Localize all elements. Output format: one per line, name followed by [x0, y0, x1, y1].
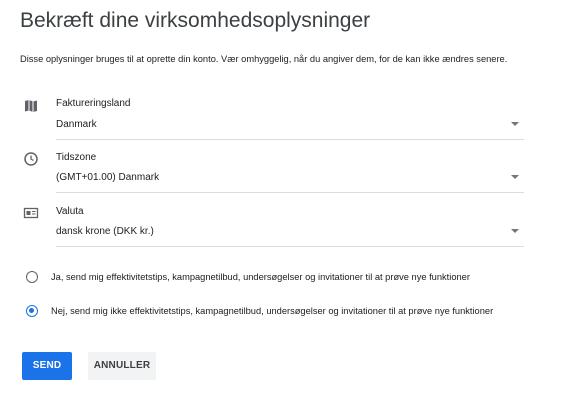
billing-country-value: Danmark [56, 119, 97, 130]
send-button[interactable]: SEND [22, 352, 72, 380]
billing-country-label: Faktureringsland [56, 98, 131, 109]
page-title: Bekræft dine virksomhedsoplysninger [20, 9, 371, 32]
chevron-down-icon [511, 175, 519, 179]
cancel-button[interactable]: ANNULLER [88, 352, 156, 380]
intro-text: Disse oplysninger bruges til at oprette … [20, 54, 508, 64]
currency-value: dansk krone (DKK kr.) [56, 226, 154, 237]
radio-checked-icon[interactable] [26, 305, 38, 317]
chevron-down-icon [511, 122, 519, 126]
email-opt-out-label: Nej, send mig ikke effektivitetstips, ka… [51, 306, 494, 316]
email-opt-in-label: Ja, send mig effektivitetstips, kampagne… [51, 272, 470, 282]
currency-select[interactable]: dansk krone (DKK kr.) [56, 226, 524, 247]
billing-country-select[interactable]: Danmark [56, 119, 524, 140]
clock-icon [23, 151, 39, 167]
timezone-value: (GMT+01.00) Danmark [56, 172, 160, 183]
map-icon [23, 98, 39, 114]
timezone-select[interactable]: (GMT+01.00) Danmark [56, 172, 524, 193]
currency-icon [23, 205, 39, 221]
chevron-down-icon [511, 229, 519, 233]
timezone-label: Tidszone [56, 152, 97, 163]
currency-label: Valuta [56, 206, 84, 217]
radio-unchecked-icon[interactable] [26, 271, 38, 283]
